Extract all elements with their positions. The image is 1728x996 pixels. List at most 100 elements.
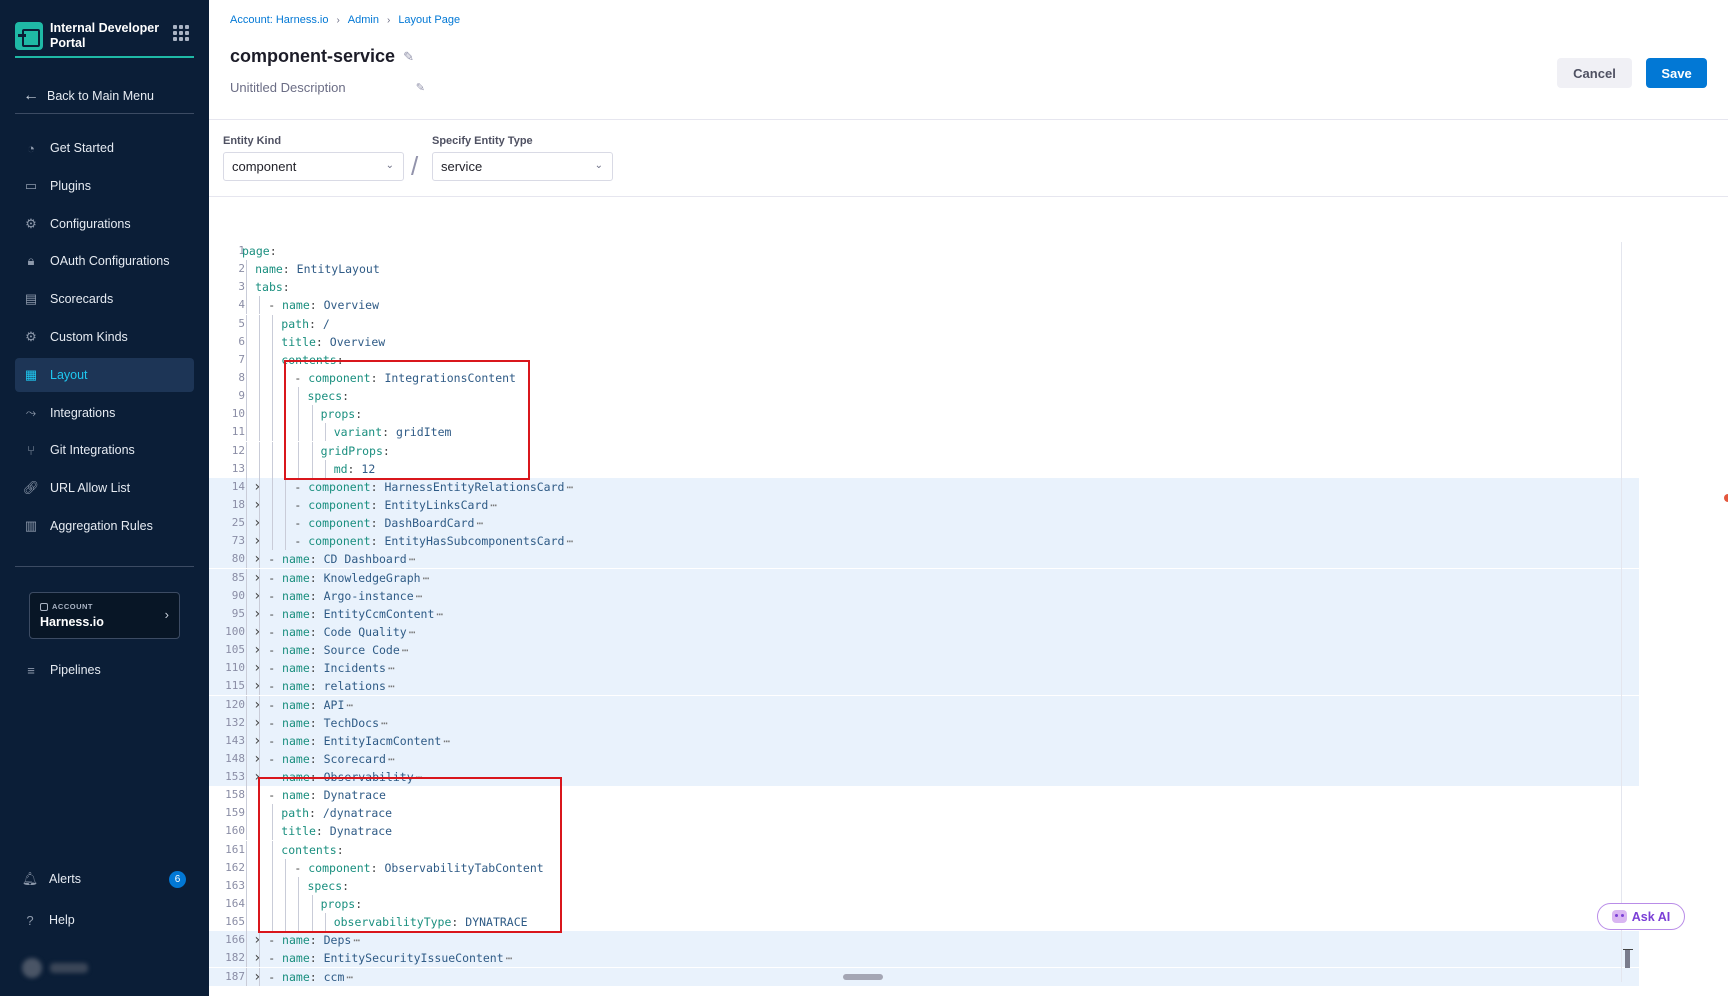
code-line[interactable]: 132 › - name: TechDocs ⋯ (209, 713, 1639, 732)
sidebar-item-alerts[interactable]: 🔔︎ Alerts 6 (15, 862, 194, 896)
folded-ellipsis-icon[interactable]: ⋯ (476, 516, 483, 530)
sidebar-item-custom-kinds[interactable]: ⚙ Custom Kinds (15, 320, 194, 354)
code-line[interactable]: 14 › - component: HarnessEntityRelationsCa… (209, 477, 1639, 496)
fold-chevron-icon[interactable]: › (253, 514, 261, 532)
folded-ellipsis-icon[interactable]: ⋯ (381, 716, 388, 730)
cancel-button[interactable]: Cancel (1557, 58, 1632, 88)
code-line[interactable]: 182 › - name: EntitySecurityIssueContent ⋯ (209, 949, 1639, 968)
back-to-main-menu[interactable]: ← Back to Main Menu (15, 78, 194, 114)
code-line[interactable]: 105 › - name: Source Code ⋯ (209, 641, 1639, 660)
sidebar-item-oauth-configurations[interactable]: 🔒︎ OAuth Configurations (15, 244, 194, 278)
sidebar-item-aggregation-rules[interactable]: ▥ Aggregation Rules (15, 509, 194, 543)
yaml-value: EntityCcmContent (323, 606, 435, 621)
code-line[interactable]: 4 - name: Overview (209, 296, 1639, 315)
brand[interactable]: Internal Developer Portal (15, 15, 195, 57)
fold-chevron-icon[interactable]: › (253, 641, 261, 659)
folded-ellipsis-icon[interactable]: ⋯ (388, 661, 395, 675)
fold-chevron-icon[interactable]: › (253, 532, 261, 550)
code-text: - name: Scorecard ⋯ (268, 750, 395, 768)
fold-chevron-icon[interactable]: › (253, 623, 261, 641)
folded-ellipsis-icon[interactable]: ⋯ (402, 643, 409, 657)
folded-ellipsis-icon[interactable]: ⋯ (388, 752, 395, 766)
fold-chevron-icon[interactable]: › (253, 677, 261, 695)
breadcrumb-layout-page[interactable]: Layout Page (398, 14, 460, 26)
folded-ellipsis-icon[interactable]: ⋯ (353, 933, 360, 947)
code-line[interactable]: 95 › - name: EntityCcmContent ⋯ (209, 604, 1639, 623)
code-line[interactable]: 90 › - name: Argo-instance ⋯ (209, 586, 1639, 605)
fold-chevron-icon[interactable]: › (253, 587, 261, 605)
sidebar-item-help[interactable]: ? Help (15, 903, 194, 937)
code-line[interactable]: 5 path: / (209, 314, 1639, 333)
folded-ellipsis-icon[interactable]: ⋯ (423, 571, 430, 585)
folded-ellipsis-icon[interactable]: ⋯ (566, 480, 573, 494)
code-line[interactable]: 18 › - component: EntityLinksCard ⋯ (209, 495, 1639, 514)
code-line[interactable]: 25 › - component: DashBoardCard ⋯ (209, 514, 1639, 533)
breadcrumb-account[interactable]: Account: Harness.io (230, 14, 328, 26)
user-profile[interactable] (22, 957, 92, 979)
breadcrumb-admin[interactable]: Admin (348, 14, 379, 26)
folded-ellipsis-icon[interactable]: ⋯ (443, 734, 450, 748)
fold-chevron-icon[interactable]: › (253, 569, 261, 587)
code-line[interactable]: 80 › - name: CD Dashboard ⋯ (209, 550, 1639, 569)
sidebar-item-pipelines[interactable]: ≡ Pipelines (15, 653, 194, 687)
code-line[interactable]: 148 › - name: Scorecard ⋯ (209, 749, 1639, 768)
fold-chevron-icon[interactable]: › (253, 949, 261, 967)
sidebar-item-integrations[interactable]: ⤳ Integrations (15, 396, 194, 430)
code-line[interactable]: 1 page: (209, 242, 1639, 260)
code-line[interactable]: 73 › - component: EntityHasSubcomponentsCa… (209, 532, 1639, 551)
code-line[interactable]: 110 › - name: Incidents ⋯ (209, 659, 1639, 678)
sidebar-item-plugins[interactable]: ▭ Plugins (15, 169, 194, 203)
save-button[interactable]: Save (1646, 58, 1707, 88)
code-line[interactable]: 85 › - name: KnowledgeGraph ⋯ (209, 568, 1639, 587)
fold-chevron-icon[interactable]: › (253, 478, 261, 496)
horizontal-scrollbar-thumb[interactable] (843, 974, 883, 980)
code-line[interactable]: 3 tabs: (209, 278, 1639, 297)
folded-ellipsis-icon[interactable]: ⋯ (346, 970, 353, 984)
account-switcher[interactable]: ACCOUNT Harness.io › (29, 592, 180, 639)
vertical-scrollbar-thumb[interactable] (1625, 950, 1630, 968)
entity-type-select[interactable]: service ⌄ (432, 152, 613, 181)
edit-title-pencil-icon[interactable]: ✎ (403, 49, 414, 65)
ask-ai-button[interactable]: Ask AI (1597, 903, 1685, 930)
code-line[interactable]: 120 › - name: API ⋯ (209, 695, 1639, 714)
fold-chevron-icon[interactable]: › (253, 750, 261, 768)
line-number: 95 (231, 606, 245, 620)
folded-ellipsis-icon[interactable]: ⋯ (388, 679, 395, 693)
folded-ellipsis-icon[interactable]: ⋯ (490, 498, 497, 512)
sidebar-item-layout[interactable]: ▦ Layout (15, 357, 194, 392)
fold-chevron-icon[interactable]: › (253, 659, 261, 677)
code-line[interactable]: 143 › - name: EntityIacmContent ⋯ (209, 731, 1639, 750)
folded-ellipsis-icon[interactable]: ⋯ (346, 698, 353, 712)
code-line[interactable]: 115 › - name: relations ⋯ (209, 677, 1639, 696)
fold-chevron-icon[interactable]: › (253, 696, 261, 714)
git-icon: ⑂ (27, 442, 35, 458)
code-line[interactable]: 2 name: EntityLayout (209, 260, 1639, 279)
fold-chevron-icon[interactable]: › (253, 605, 261, 623)
entity-kind-select[interactable]: component ⌄ (223, 152, 404, 181)
fold-chevron-icon[interactable]: › (253, 496, 261, 514)
folded-ellipsis-icon[interactable]: ⋯ (506, 951, 513, 965)
indent-guide (246, 641, 247, 660)
sidebar-item-configurations[interactable]: ⚙ Configurations (15, 207, 194, 241)
sidebar-item-git-integrations[interactable]: ⑂ Git Integrations (15, 433, 194, 467)
yaml-editor[interactable]: 1 page: 2 name: EntityLayout 3 tabs: 4 - name: … (209, 242, 1639, 986)
folded-ellipsis-icon[interactable]: ⋯ (436, 607, 443, 621)
edit-description-pencil-icon[interactable]: ✎ (416, 81, 425, 94)
code-line[interactable]: 100 › - name: Code Quality ⋯ (209, 622, 1639, 641)
fold-chevron-icon[interactable]: › (253, 550, 261, 568)
app-grid-icon[interactable] (173, 25, 189, 41)
code-line[interactable]: 187 › - name: ccm ⋯ (209, 967, 1639, 986)
folded-ellipsis-icon[interactable]: ⋯ (409, 625, 416, 639)
sidebar-item-get-started[interactable]: ◔ Get Started (15, 131, 194, 165)
folded-ellipsis-icon[interactable]: ⋯ (409, 552, 416, 566)
fold-chevron-icon[interactable]: › (253, 931, 261, 949)
folded-ellipsis-icon[interactable]: ⋯ (566, 534, 573, 548)
sidebar-item-scorecards[interactable]: ▤ Scorecards (15, 282, 194, 316)
code-line[interactable]: 166 › - name: Deps ⋯ (209, 931, 1639, 950)
fold-chevron-icon[interactable]: › (253, 732, 261, 750)
fold-chevron-icon[interactable]: › (253, 714, 261, 732)
fold-chevron-icon[interactable]: › (253, 968, 261, 986)
sidebar-item-url-allow-list[interactable]: 🔗︎ URL Allow List (15, 471, 194, 505)
folded-ellipsis-icon[interactable]: ⋯ (416, 589, 423, 603)
code-line[interactable]: 6 title: Overview (209, 332, 1639, 351)
